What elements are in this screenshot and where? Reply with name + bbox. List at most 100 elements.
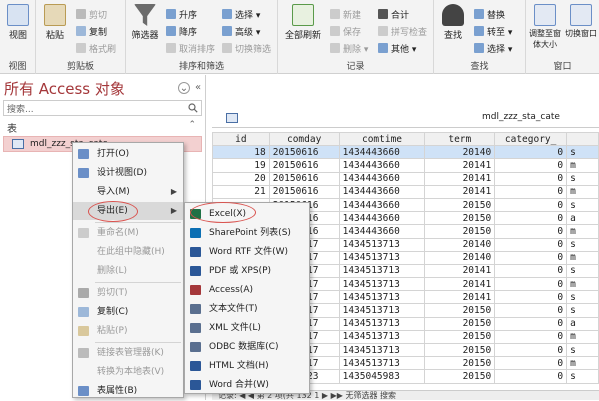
context-menu-item[interactable]: 设计视图(D)	[73, 164, 183, 182]
table-cell[interactable]: 1434513713	[338, 250, 426, 265]
table-cell[interactable]: s	[566, 369, 599, 384]
table-cell[interactable]: 20150	[424, 369, 496, 384]
table-cell[interactable]: 20140	[424, 145, 496, 160]
context-menu-item[interactable]: 转换为本地表(V)	[73, 363, 183, 381]
table-row[interactable]: 21 20150616 1434443660 20141 0 m	[212, 184, 599, 199]
table-cell[interactable]: 20150616	[268, 145, 340, 160]
view-button[interactable]: 视图	[3, 4, 33, 41]
export-menu-item[interactable]: ODBC 数据库(C)	[185, 338, 309, 356]
table-cell[interactable]: 20141	[424, 263, 496, 279]
filter-button[interactable]: 筛选器	[130, 4, 160, 41]
table-cell[interactable]: s	[566, 145, 599, 160]
table-cell[interactable]: 20141	[424, 184, 496, 199]
table-cell[interactable]: a	[566, 316, 599, 331]
table-cell[interactable]: 1434443660	[338, 184, 426, 199]
export-menu-item[interactable]: Access(A)	[185, 281, 309, 299]
table-cell[interactable]: 1434443660	[338, 211, 426, 226]
table-cell[interactable]: 0	[494, 369, 568, 384]
table-cell[interactable]: 0	[494, 303, 568, 318]
replace-button[interactable]: 替换	[474, 8, 505, 21]
table-cell[interactable]: s	[566, 303, 599, 318]
table-cell[interactable]: m	[566, 158, 599, 173]
context-menu-item[interactable]: 在此组中隐藏(H)	[73, 243, 183, 261]
table-cell[interactable]: 20141	[424, 277, 496, 292]
table-cell[interactable]: 0	[494, 211, 568, 226]
export-menu-item[interactable]: Word RTF 文件(W)	[185, 243, 309, 261]
table-cell[interactable]: 0	[494, 316, 568, 331]
switch-window-button[interactable]: 切换窗口	[564, 4, 598, 39]
select-button[interactable]: 选择 ▾	[474, 42, 512, 55]
table-cell[interactable]: 1434443660	[338, 145, 426, 160]
table-cell[interactable]: 1434513713	[338, 277, 426, 292]
table-cell[interactable]: 20141	[424, 171, 496, 186]
table-cell[interactable]: 20150	[424, 303, 496, 318]
table-cell[interactable]: a	[566, 211, 599, 226]
context-menu-item[interactable]: 表属性(B)	[73, 382, 183, 400]
table-cell[interactable]: 20150	[424, 342, 496, 358]
table-cell[interactable]: s	[566, 171, 599, 186]
nav-title[interactable]: 所有 Access 对象	[4, 78, 125, 99]
format-painter-button[interactable]: 格式刷	[76, 42, 116, 55]
column-header[interactable]: term	[424, 131, 496, 147]
table-cell[interactable]: s	[566, 290, 599, 305]
export-menu-item[interactable]: HTML 文档(H)	[185, 357, 309, 375]
table-cell[interactable]: 1434443660	[338, 158, 426, 173]
table-cell[interactable]: 0	[494, 145, 568, 160]
remove-sort-button[interactable]: 取消排序	[166, 42, 215, 55]
export-menu-item[interactable]: SharePoint 列表(S)	[185, 224, 309, 242]
table-cell[interactable]: 0	[494, 197, 568, 213]
table-cell[interactable]: 18	[212, 145, 270, 160]
find-button[interactable]: 查找	[438, 4, 468, 41]
context-menu-item[interactable]: 打开(O)	[73, 145, 183, 163]
sort-descending-button[interactable]: 降序	[166, 25, 197, 38]
table-cell[interactable]: 1434513713	[338, 356, 426, 371]
table-cell[interactable]: 20150616	[268, 171, 340, 186]
export-menu-item[interactable]: 文本文件(T)	[185, 300, 309, 318]
paste-button[interactable]: 粘贴	[40, 4, 70, 41]
table-cell[interactable]: s	[566, 263, 599, 279]
selection-button[interactable]: 选择 ▾	[222, 8, 260, 21]
table-cell[interactable]: 20150616	[268, 158, 340, 173]
table-cell[interactable]: 0	[494, 329, 568, 345]
table-cell[interactable]: m	[566, 224, 599, 239]
context-menu-item[interactable]: 重命名(M)	[73, 224, 183, 242]
cut-button[interactable]: 剪切	[76, 8, 107, 21]
table-cell[interactable]: s	[566, 342, 599, 358]
table-cell[interactable]: m	[566, 184, 599, 199]
table-cell[interactable]: 20150	[424, 356, 496, 371]
table-cell[interactable]: 1434513713	[338, 303, 426, 318]
table-cell[interactable]: 1434513713	[338, 342, 426, 358]
new-record-button[interactable]: 新建	[330, 8, 361, 21]
fit-form-button[interactable]: 调整至窗体大小	[528, 4, 562, 50]
spelling-button[interactable]: 拼写检查	[378, 25, 427, 38]
table-cell[interactable]: 1435045983	[338, 369, 426, 384]
goto-button[interactable]: 转至 ▾	[474, 25, 512, 38]
table-cell[interactable]: 20150	[424, 224, 496, 239]
table-cell[interactable]: 20150616	[268, 184, 340, 199]
column-header[interactable]: category_	[494, 131, 568, 147]
column-header[interactable]: comtime	[338, 131, 426, 147]
column-header[interactable]: comday	[268, 131, 340, 147]
refresh-all-button[interactable]: 全部刷新	[282, 4, 324, 41]
table-cell[interactable]: 20140	[424, 250, 496, 265]
export-menu-item[interactable]: XML 文件(L)	[185, 319, 309, 337]
sort-ascending-button[interactable]: 升序	[166, 8, 197, 21]
table-cell[interactable]: 1434513713	[338, 263, 426, 279]
table-cell[interactable]: 21	[212, 184, 270, 199]
export-menu-item[interactable]: PDF 或 XPS(P)	[185, 262, 309, 280]
table-cell[interactable]: 0	[494, 250, 568, 265]
table-cell[interactable]: 1434513713	[338, 290, 426, 305]
table-cell[interactable]: 1434513713	[338, 316, 426, 331]
nav-menu-icon[interactable]: ⌄	[178, 82, 190, 94]
table-cell[interactable]: s	[566, 237, 599, 252]
context-menu-item[interactable]: 链接表管理器(K)	[73, 344, 183, 362]
table-cell[interactable]: 1434443660	[338, 224, 426, 239]
table-cell[interactable]: 20150	[424, 197, 496, 213]
table-cell[interactable]: 0	[494, 224, 568, 239]
table-cell[interactable]: 0	[494, 290, 568, 305]
nav-search-input[interactable]: 搜索...	[3, 100, 202, 116]
table-cell[interactable]: 0	[494, 237, 568, 252]
advanced-button[interactable]: 高级 ▾	[222, 25, 260, 38]
context-menu-item[interactable]: 复制(C)	[73, 303, 183, 321]
table-cell[interactable]: m	[566, 329, 599, 345]
